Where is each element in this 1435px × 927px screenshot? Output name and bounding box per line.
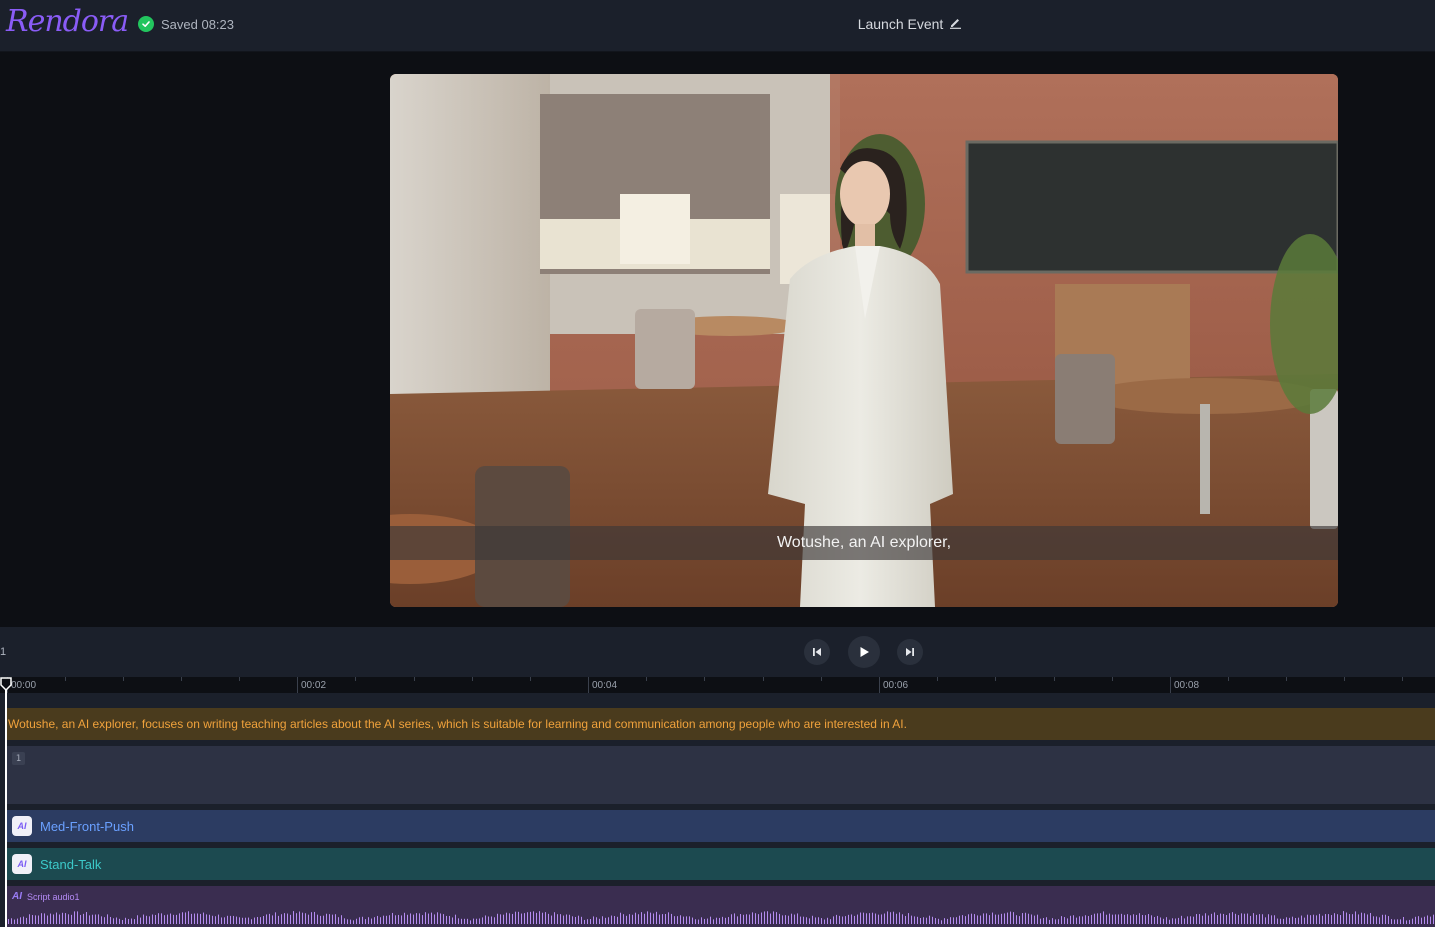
- camera-track[interactable]: AI Med-Front-Push: [6, 810, 1435, 842]
- project-title-area: Launch Event: [0, 16, 1435, 32]
- ruler-label-2: 00:02: [301, 680, 327, 691]
- skip-back-button[interactable]: [804, 639, 830, 665]
- pose-clip-label: Stand-Talk: [40, 856, 102, 872]
- playhead-line[interactable]: [5, 685, 7, 927]
- camera-clip-label: Med-Front-Push: [40, 818, 134, 834]
- play-button[interactable]: [848, 636, 880, 668]
- ruler-label-6: 00:06: [883, 680, 909, 691]
- top-bar: Rendora Saved 08:23 Launch Event: [0, 0, 1435, 52]
- audio-clip-header: AI Script audio1: [12, 891, 80, 902]
- ai-audio-icon: AI: [12, 891, 22, 902]
- skip-back-icon: [813, 648, 821, 656]
- video-preview[interactable]: Wotushe, an AI explorer,: [390, 74, 1338, 607]
- caption-overlay: Wotushe, an AI explorer,: [390, 526, 1338, 560]
- ruler-label-0: 00:00: [11, 680, 37, 691]
- ai-badge-icon: AI: [12, 854, 32, 874]
- project-title[interactable]: Launch Event: [858, 16, 944, 32]
- scene-track[interactable]: 1: [6, 746, 1435, 804]
- editor-app: Rendora Saved 08:23 Launch Event Wotushe…: [0, 0, 1435, 927]
- ruler-label-8: 00:08: [1174, 680, 1200, 691]
- play-icon: [860, 647, 869, 657]
- scene-index: 1: [12, 752, 25, 765]
- pencil-icon[interactable]: [949, 16, 962, 32]
- script-text: Wotushe, an AI explorer, focuses on writ…: [8, 717, 907, 731]
- audio-track[interactable]: AI Script audio1: [6, 886, 1435, 927]
- timeline-tracks: Wotushe, an AI explorer, focuses on writ…: [0, 693, 1435, 927]
- track-edge-marker: 1: [0, 646, 7, 658]
- playhead-handle-icon[interactable]: [0, 677, 12, 691]
- pose-track[interactable]: AI Stand-Talk: [6, 848, 1435, 880]
- audio-clip-label: Script audio1: [27, 891, 80, 902]
- script-track[interactable]: Wotushe, an AI explorer, focuses on writ…: [6, 708, 1435, 740]
- skip-forward-icon: [906, 648, 914, 656]
- skip-forward-button[interactable]: [897, 639, 923, 665]
- audio-waveform: [8, 911, 1434, 924]
- timeline-ruler[interactable]: 00:00 00:02 00:04 00:06 00:08: [0, 677, 1435, 693]
- playback-bar: 1: [0, 627, 1435, 677]
- ruler-label-4: 00:04: [592, 680, 618, 691]
- ai-badge-icon: AI: [12, 816, 32, 836]
